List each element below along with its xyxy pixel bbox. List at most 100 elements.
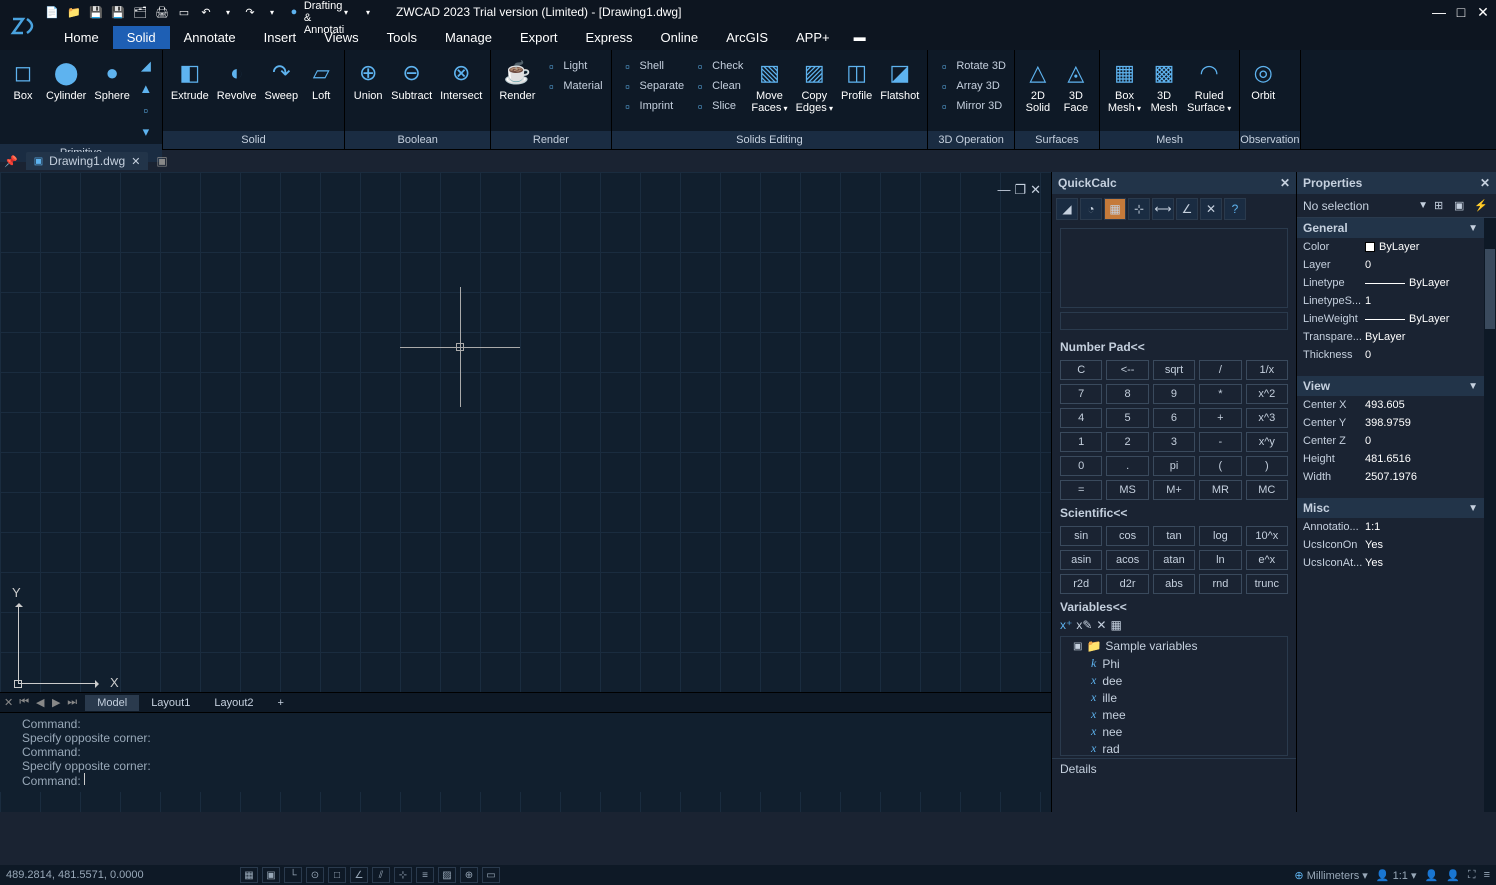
quickcalc-close-icon[interactable]: ✕ xyxy=(1280,176,1290,190)
ribbon-array-3d[interactable]: ▫Array 3D xyxy=(936,78,1006,94)
ribbon-tab-tools[interactable]: Tools xyxy=(373,26,431,49)
qc-angle-icon[interactable]: ∠ xyxy=(1176,198,1198,220)
selectobj-icon[interactable]: ▣ xyxy=(1454,199,1470,212)
calc-btn-acos[interactable]: acos xyxy=(1106,550,1148,570)
sb-dyn-icon[interactable]: ⊹ xyxy=(394,867,412,883)
qat-open-icon[interactable]: 📁 xyxy=(66,4,82,20)
sb-grid-icon[interactable]: ▦ xyxy=(240,867,258,883)
layout-last-icon[interactable]: ⏭ xyxy=(65,696,79,709)
calc-btn-6[interactable]: 6 xyxy=(1153,408,1195,428)
calc-btn-ln[interactable]: ln xyxy=(1199,550,1241,570)
ribbon-imprint[interactable]: ▫Imprint xyxy=(620,98,685,114)
ribbon-shell[interactable]: ▫Shell xyxy=(620,58,685,74)
calc-btn-[interactable]: ) xyxy=(1246,456,1288,476)
calc-btn-MC[interactable]: MC xyxy=(1246,480,1288,500)
calc-btn-[interactable]: . xyxy=(1106,456,1148,476)
ribbon-tab-online[interactable]: Online xyxy=(647,26,713,49)
ribbon-move-faces[interactable]: ▧MoveFaces ▾ xyxy=(751,54,787,114)
calc-btn-asin[interactable]: asin xyxy=(1060,550,1102,570)
qc-getcoord-icon[interactable]: ⊹ xyxy=(1128,198,1150,220)
calc-btn-4[interactable]: 4 xyxy=(1060,408,1102,428)
calc-btn-cos[interactable]: cos xyxy=(1106,526,1148,546)
qat-workspace-icon[interactable]: ● xyxy=(286,4,302,20)
ribbon-separate[interactable]: ▫Separate xyxy=(620,78,685,94)
ribbon-2d-solid[interactable]: △2DSolid xyxy=(1023,54,1053,114)
calc-btn-1x[interactable]: 1/x xyxy=(1246,360,1288,380)
prop-row-transpare[interactable]: Transpare...ByLayer xyxy=(1297,328,1484,346)
variable-dee[interactable]: xdee xyxy=(1061,672,1287,689)
ribbon-tab-views[interactable]: Views xyxy=(310,26,372,49)
calc-btn-r2d[interactable]: r2d xyxy=(1060,574,1102,594)
sb-otrack-icon[interactable]: ∠ xyxy=(350,867,368,883)
close-button[interactable]: ✕ xyxy=(1474,3,1492,21)
calc-btn-[interactable]: <-- xyxy=(1106,360,1148,380)
sb-annoscale-indicator[interactable]: 👤 1:1 ▾ xyxy=(1376,869,1417,882)
qc-help-icon[interactable]: ? xyxy=(1224,198,1246,220)
cmdline-handle-icon[interactable] xyxy=(8,717,22,788)
sb-lwt-icon[interactable]: ⫽ xyxy=(372,867,390,883)
sb-customize-icon[interactable]: ≡ xyxy=(1484,869,1490,881)
qc-variables-header[interactable]: Variables<< xyxy=(1052,598,1296,616)
calc-btn-rnd[interactable]: rnd xyxy=(1199,574,1241,594)
variable-Phi[interactable]: kPhi xyxy=(1061,655,1287,672)
ribbon-loft[interactable]: ▱Loft xyxy=(306,54,336,102)
sb-hatch-icon[interactable]: ▨ xyxy=(438,867,456,883)
ribbon-extrude[interactable]: ◧Extrude xyxy=(171,54,209,102)
variable-mee[interactable]: xmee xyxy=(1061,706,1287,723)
coordinates-display[interactable]: 489.2814, 481.5571, 0.0000 xyxy=(6,869,144,881)
ribbon-box-mesh[interactable]: ▦BoxMesh ▾ xyxy=(1108,54,1141,114)
var-new-icon[interactable]: x⁺ xyxy=(1060,618,1072,632)
ribbon-copy-edges[interactable]: ▨CopyEdges ▾ xyxy=(796,54,833,114)
calc-btn-2[interactable]: 2 xyxy=(1106,432,1148,452)
primitive-extra-icon[interactable]: ▾ xyxy=(138,124,154,140)
prop-row-width[interactable]: Width2507.1976 xyxy=(1297,468,1484,486)
qat-saveall-icon[interactable]: 🗂 xyxy=(132,4,148,20)
qat-undo-dd[interactable]: ▾ xyxy=(220,4,236,20)
ribbon-tab-manage[interactable]: Manage xyxy=(431,26,506,49)
layout-tab-layout1[interactable]: Layout1 xyxy=(139,695,202,711)
sb-polar-icon[interactable]: ⊙ xyxy=(306,867,324,883)
prop-group-view[interactable]: View▼ xyxy=(1297,376,1484,396)
calc-btn-10^x[interactable]: 10^x xyxy=(1246,526,1288,546)
calc-btn-MS[interactable]: MS xyxy=(1106,480,1148,500)
ribbon-subtract[interactable]: ⊖Subtract xyxy=(391,54,432,102)
ribbon-tab-app+[interactable]: APP+ xyxy=(782,26,844,49)
sb-fullscreen-icon[interactable]: ⛶ xyxy=(1468,869,1476,882)
calc-btn-[interactable]: = xyxy=(1060,480,1102,500)
prop-row-centerz[interactable]: Center Z0 xyxy=(1297,432,1484,450)
close-tab-icon[interactable]: ✕ xyxy=(131,155,140,168)
calc-btn-[interactable]: - xyxy=(1199,432,1241,452)
variable-ille[interactable]: xille xyxy=(1061,689,1287,706)
prop-row-linetype[interactable]: LinetypeByLayer xyxy=(1297,274,1484,292)
ribbon-orbit[interactable]: ◎Orbit xyxy=(1248,54,1278,102)
canvas-close-icon[interactable]: ✕ xyxy=(1030,182,1041,198)
ribbon-tab-express[interactable]: Express xyxy=(572,26,647,49)
prop-row-centerx[interactable]: Center X493.605 xyxy=(1297,396,1484,414)
sb-annovis-icon[interactable]: 👤 xyxy=(1424,869,1438,882)
prop-row-annotatio[interactable]: Annotatio...1:1 xyxy=(1297,518,1484,536)
sb-ortho-icon[interactable]: └ xyxy=(284,867,302,883)
layout-prev-icon[interactable]: ◀ xyxy=(33,696,47,709)
qc-clear-icon[interactable]: ◢ xyxy=(1056,198,1078,220)
ribbon-ruled-surface[interactable]: ◠RuledSurface ▾ xyxy=(1187,54,1231,114)
add-layout-button[interactable]: + xyxy=(266,695,296,711)
ribbon-render[interactable]: ☕Render xyxy=(499,54,535,102)
properties-scrollbar[interactable] xyxy=(1484,218,1496,812)
prop-row-height[interactable]: Height481.6516 xyxy=(1297,450,1484,468)
command-line[interactable]: Command:Specify opposite corner:Command:… xyxy=(0,712,1051,792)
prop-group-misc[interactable]: Misc▼ xyxy=(1297,498,1484,518)
var-calc-icon[interactable]: ▦ xyxy=(1110,618,1121,632)
qat-print-icon[interactable]: 🖨 xyxy=(154,4,170,20)
qat-undo-icon[interactable]: ↶ xyxy=(198,4,214,20)
qat-save-icon[interactable]: 💾 xyxy=(88,4,104,20)
layout-tab-model[interactable]: Model xyxy=(85,695,139,711)
calc-btn-5[interactable]: 5 xyxy=(1106,408,1148,428)
primitive-extra-icon[interactable]: ◢ xyxy=(138,58,154,74)
sb-osnap-icon[interactable]: □ xyxy=(328,867,346,883)
quickselect-icon[interactable]: ⚡ xyxy=(1474,199,1490,212)
calc-btn-abs[interactable]: abs xyxy=(1153,574,1195,594)
layout-first-icon[interactable]: ⏮ xyxy=(17,696,31,709)
ribbon-intersect[interactable]: ⊗Intersect xyxy=(440,54,482,102)
canvas-minimize-icon[interactable]: — xyxy=(997,182,1010,198)
calc-btn-x2[interactable]: x^2 xyxy=(1246,384,1288,404)
